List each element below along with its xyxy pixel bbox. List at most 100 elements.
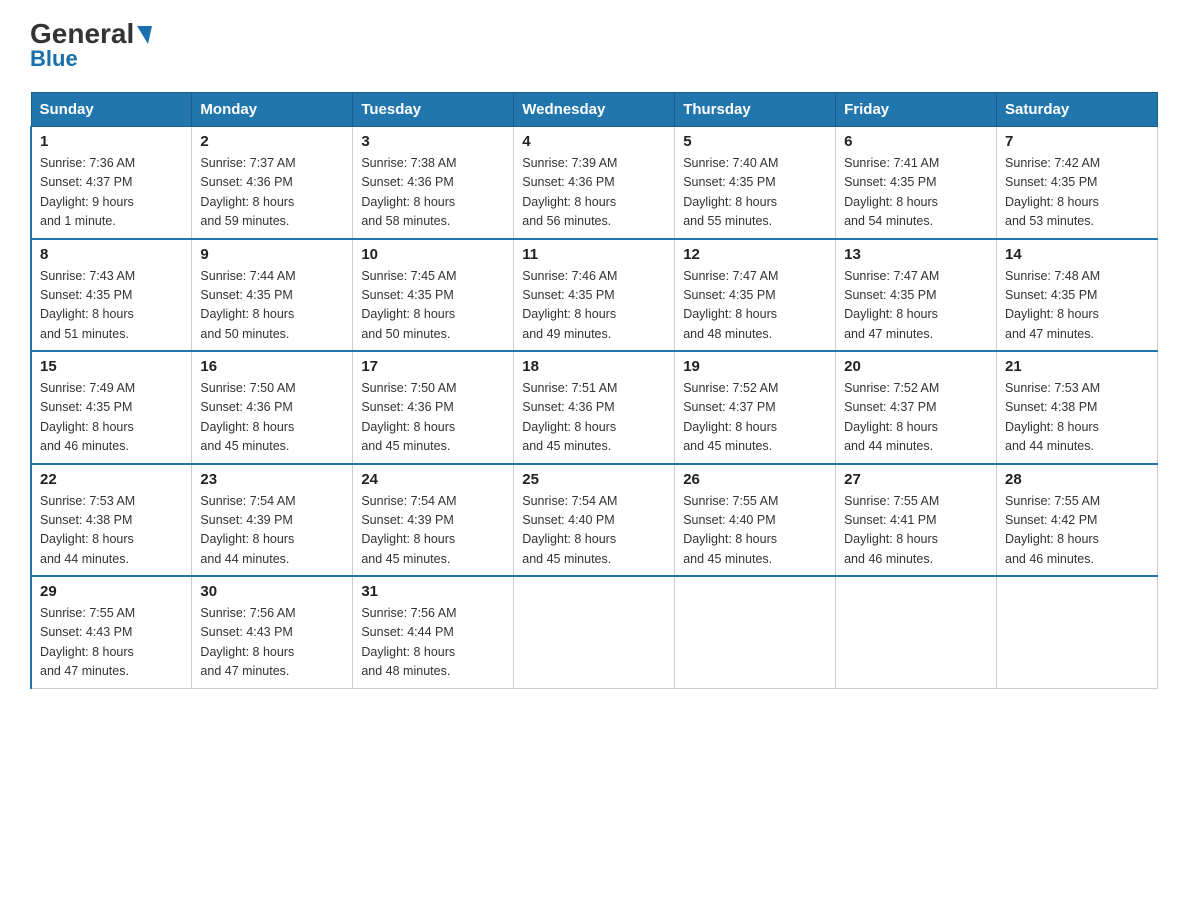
logo: General Blue xyxy=(30,20,152,72)
day-info: Sunrise: 7:48 AMSunset: 4:35 PMDaylight:… xyxy=(1005,269,1100,341)
day-number: 10 xyxy=(361,246,505,263)
day-info: Sunrise: 7:53 AMSunset: 4:38 PMDaylight:… xyxy=(1005,381,1100,453)
day-number: 2 xyxy=(200,133,344,150)
day-number: 25 xyxy=(522,471,666,488)
day-number: 21 xyxy=(1005,358,1149,375)
calendar-cell: 8 Sunrise: 7:43 AMSunset: 4:35 PMDayligh… xyxy=(31,239,192,352)
day-info: Sunrise: 7:52 AMSunset: 4:37 PMDaylight:… xyxy=(683,381,778,453)
day-number: 9 xyxy=(200,246,344,263)
day-info: Sunrise: 7:41 AMSunset: 4:35 PMDaylight:… xyxy=(844,156,939,228)
calendar-cell: 9 Sunrise: 7:44 AMSunset: 4:35 PMDayligh… xyxy=(192,239,353,352)
day-info: Sunrise: 7:55 AMSunset: 4:41 PMDaylight:… xyxy=(844,494,939,566)
calendar-cell: 28 Sunrise: 7:55 AMSunset: 4:42 PMDaylig… xyxy=(997,464,1158,577)
header-thursday: Thursday xyxy=(675,93,836,127)
day-number: 24 xyxy=(361,471,505,488)
day-number: 1 xyxy=(40,133,183,150)
calendar-cell: 16 Sunrise: 7:50 AMSunset: 4:36 PMDaylig… xyxy=(192,351,353,464)
header-tuesday: Tuesday xyxy=(353,93,514,127)
logo-general: General xyxy=(30,20,134,48)
calendar-cell xyxy=(675,576,836,688)
day-number: 3 xyxy=(361,133,505,150)
logo-blue: Blue xyxy=(30,46,78,72)
day-info: Sunrise: 7:56 AMSunset: 4:43 PMDaylight:… xyxy=(200,606,295,678)
day-number: 16 xyxy=(200,358,344,375)
logo-triangle-icon xyxy=(137,26,152,44)
day-number: 14 xyxy=(1005,246,1149,263)
calendar-cell: 3 Sunrise: 7:38 AMSunset: 4:36 PMDayligh… xyxy=(353,127,514,239)
calendar-week-1: 1 Sunrise: 7:36 AMSunset: 4:37 PMDayligh… xyxy=(31,127,1158,239)
calendar-cell: 30 Sunrise: 7:56 AMSunset: 4:43 PMDaylig… xyxy=(192,576,353,688)
day-info: Sunrise: 7:53 AMSunset: 4:38 PMDaylight:… xyxy=(40,494,135,566)
calendar-cell: 12 Sunrise: 7:47 AMSunset: 4:35 PMDaylig… xyxy=(675,239,836,352)
day-info: Sunrise: 7:54 AMSunset: 4:39 PMDaylight:… xyxy=(361,494,456,566)
day-info: Sunrise: 7:38 AMSunset: 4:36 PMDaylight:… xyxy=(361,156,456,228)
day-number: 29 xyxy=(40,583,183,600)
page-header: General Blue xyxy=(30,20,1158,72)
day-number: 28 xyxy=(1005,471,1149,488)
day-number: 4 xyxy=(522,133,666,150)
calendar-cell: 26 Sunrise: 7:55 AMSunset: 4:40 PMDaylig… xyxy=(675,464,836,577)
day-info: Sunrise: 7:55 AMSunset: 4:40 PMDaylight:… xyxy=(683,494,778,566)
day-number: 27 xyxy=(844,471,988,488)
calendar-table: SundayMondayTuesdayWednesdayThursdayFrid… xyxy=(30,92,1158,689)
calendar-cell: 20 Sunrise: 7:52 AMSunset: 4:37 PMDaylig… xyxy=(836,351,997,464)
calendar-week-2: 8 Sunrise: 7:43 AMSunset: 4:35 PMDayligh… xyxy=(31,239,1158,352)
calendar-cell: 11 Sunrise: 7:46 AMSunset: 4:35 PMDaylig… xyxy=(514,239,675,352)
day-number: 19 xyxy=(683,358,827,375)
calendar-cell: 17 Sunrise: 7:50 AMSunset: 4:36 PMDaylig… xyxy=(353,351,514,464)
day-number: 7 xyxy=(1005,133,1149,150)
day-info: Sunrise: 7:52 AMSunset: 4:37 PMDaylight:… xyxy=(844,381,939,453)
calendar-week-3: 15 Sunrise: 7:49 AMSunset: 4:35 PMDaylig… xyxy=(31,351,1158,464)
calendar-cell: 2 Sunrise: 7:37 AMSunset: 4:36 PMDayligh… xyxy=(192,127,353,239)
calendar-cell xyxy=(836,576,997,688)
day-number: 30 xyxy=(200,583,344,600)
calendar-cell: 21 Sunrise: 7:53 AMSunset: 4:38 PMDaylig… xyxy=(997,351,1158,464)
day-number: 6 xyxy=(844,133,988,150)
calendar-cell: 14 Sunrise: 7:48 AMSunset: 4:35 PMDaylig… xyxy=(997,239,1158,352)
calendar-cell: 19 Sunrise: 7:52 AMSunset: 4:37 PMDaylig… xyxy=(675,351,836,464)
header-wednesday: Wednesday xyxy=(514,93,675,127)
day-number: 20 xyxy=(844,358,988,375)
day-number: 23 xyxy=(200,471,344,488)
calendar-cell: 5 Sunrise: 7:40 AMSunset: 4:35 PMDayligh… xyxy=(675,127,836,239)
day-number: 18 xyxy=(522,358,666,375)
day-info: Sunrise: 7:47 AMSunset: 4:35 PMDaylight:… xyxy=(844,269,939,341)
calendar-week-5: 29 Sunrise: 7:55 AMSunset: 4:43 PMDaylig… xyxy=(31,576,1158,688)
day-info: Sunrise: 7:45 AMSunset: 4:35 PMDaylight:… xyxy=(361,269,456,341)
calendar-cell: 22 Sunrise: 7:53 AMSunset: 4:38 PMDaylig… xyxy=(31,464,192,577)
calendar-cell: 25 Sunrise: 7:54 AMSunset: 4:40 PMDaylig… xyxy=(514,464,675,577)
calendar-cell: 10 Sunrise: 7:45 AMSunset: 4:35 PMDaylig… xyxy=(353,239,514,352)
calendar-cell: 31 Sunrise: 7:56 AMSunset: 4:44 PMDaylig… xyxy=(353,576,514,688)
day-info: Sunrise: 7:56 AMSunset: 4:44 PMDaylight:… xyxy=(361,606,456,678)
day-info: Sunrise: 7:39 AMSunset: 4:36 PMDaylight:… xyxy=(522,156,617,228)
day-number: 17 xyxy=(361,358,505,375)
day-number: 5 xyxy=(683,133,827,150)
day-info: Sunrise: 7:55 AMSunset: 4:42 PMDaylight:… xyxy=(1005,494,1100,566)
day-info: Sunrise: 7:36 AMSunset: 4:37 PMDaylight:… xyxy=(40,156,135,228)
calendar-header-row: SundayMondayTuesdayWednesdayThursdayFrid… xyxy=(31,93,1158,127)
day-number: 31 xyxy=(361,583,505,600)
day-info: Sunrise: 7:51 AMSunset: 4:36 PMDaylight:… xyxy=(522,381,617,453)
calendar-cell xyxy=(997,576,1158,688)
calendar-cell: 18 Sunrise: 7:51 AMSunset: 4:36 PMDaylig… xyxy=(514,351,675,464)
calendar-cell xyxy=(514,576,675,688)
calendar-week-4: 22 Sunrise: 7:53 AMSunset: 4:38 PMDaylig… xyxy=(31,464,1158,577)
day-info: Sunrise: 7:50 AMSunset: 4:36 PMDaylight:… xyxy=(200,381,295,453)
day-info: Sunrise: 7:49 AMSunset: 4:35 PMDaylight:… xyxy=(40,381,135,453)
day-info: Sunrise: 7:50 AMSunset: 4:36 PMDaylight:… xyxy=(361,381,456,453)
day-number: 15 xyxy=(40,358,183,375)
calendar-cell: 6 Sunrise: 7:41 AMSunset: 4:35 PMDayligh… xyxy=(836,127,997,239)
day-number: 22 xyxy=(40,471,183,488)
calendar-cell: 23 Sunrise: 7:54 AMSunset: 4:39 PMDaylig… xyxy=(192,464,353,577)
calendar-cell: 15 Sunrise: 7:49 AMSunset: 4:35 PMDaylig… xyxy=(31,351,192,464)
header-sunday: Sunday xyxy=(31,93,192,127)
day-info: Sunrise: 7:40 AMSunset: 4:35 PMDaylight:… xyxy=(683,156,778,228)
day-info: Sunrise: 7:42 AMSunset: 4:35 PMDaylight:… xyxy=(1005,156,1100,228)
day-number: 12 xyxy=(683,246,827,263)
calendar-cell: 29 Sunrise: 7:55 AMSunset: 4:43 PMDaylig… xyxy=(31,576,192,688)
day-info: Sunrise: 7:44 AMSunset: 4:35 PMDaylight:… xyxy=(200,269,295,341)
header-friday: Friday xyxy=(836,93,997,127)
calendar-cell: 4 Sunrise: 7:39 AMSunset: 4:36 PMDayligh… xyxy=(514,127,675,239)
day-info: Sunrise: 7:47 AMSunset: 4:35 PMDaylight:… xyxy=(683,269,778,341)
day-number: 11 xyxy=(522,246,666,263)
